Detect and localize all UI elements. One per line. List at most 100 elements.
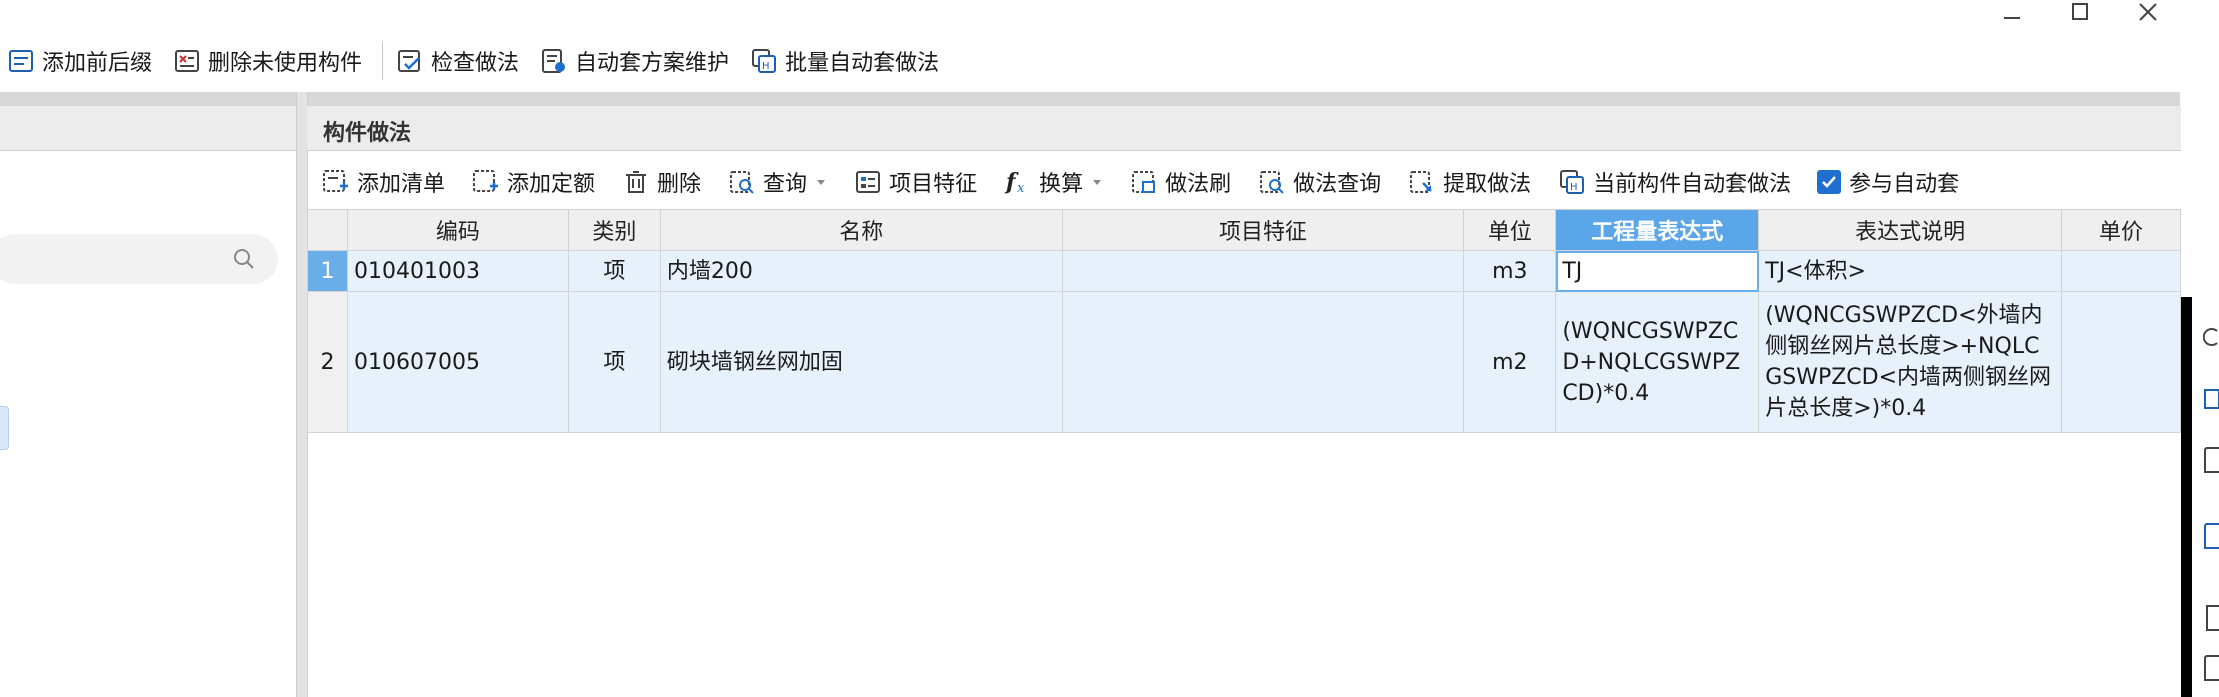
column-header-feature[interactable]: 项目特征 xyxy=(1061,209,1465,251)
add-list-icon xyxy=(321,167,351,197)
row-number-header xyxy=(307,209,348,251)
column-header-code[interactable]: 编码 xyxy=(346,209,569,251)
cell-expression[interactable]: (WQNCGSWPZCD+NQLCGSWPZCD)*0.4 xyxy=(1555,291,1760,433)
feature-label: 项目特征 xyxy=(889,172,978,197)
add-prefix-button[interactable]: 添加前后缀 xyxy=(0,41,158,81)
cell-expression[interactable]: TJ xyxy=(1555,250,1760,292)
extract-method-button[interactable]: 提取做法 xyxy=(1403,162,1535,202)
delete-unused-icon xyxy=(172,46,202,76)
chevron-down-icon[interactable] xyxy=(815,176,827,188)
auto-scheme-label: 自动套方案维护 xyxy=(575,51,730,76)
check-method-button[interactable]: 检查做法 xyxy=(389,41,525,81)
auto-scheme-icon xyxy=(539,46,569,76)
trash-icon xyxy=(621,167,651,197)
left-panel xyxy=(0,106,296,697)
chevron-down-icon[interactable] xyxy=(1091,176,1103,188)
table-row[interactable]: 1 010401003 项 内墙200 m3 TJ TJ<体积> xyxy=(307,250,2181,292)
cell-code[interactable]: 010401003 xyxy=(346,250,569,292)
panel-title-bar: 构件做法 xyxy=(307,106,2181,151)
cell-type[interactable]: 项 xyxy=(567,291,661,433)
batch-auto-icon: H xyxy=(749,46,779,76)
method-panel: 构件做法 添加清单 添加定额 删除 查询 项目特征 f x 换算 做法刷 做法查… xyxy=(307,106,2181,697)
delete-unused-button[interactable]: 删除未使用构件 xyxy=(166,41,368,81)
method-brush-button[interactable]: 做法刷 xyxy=(1125,162,1235,202)
search-input[interactable] xyxy=(0,234,278,284)
auto-participate-label: 参与自动套 xyxy=(1849,172,1960,197)
search-icon[interactable] xyxy=(232,247,256,271)
svg-text:x: x xyxy=(1017,181,1025,196)
selected-item-marker[interactable] xyxy=(0,406,9,450)
table-row[interactable]: 2 010607005 项 砌块墙钢丝网加固 m2 (WQNCGSWPZCD+N… xyxy=(307,291,2181,433)
checkbox-checked-icon[interactable] xyxy=(1817,170,1842,194)
cell-price[interactable] xyxy=(2061,250,2181,292)
current-auto-button[interactable]: H 当前构件自动套做法 xyxy=(1553,162,1795,202)
current-auto-icon: H xyxy=(1557,167,1587,197)
method-query-button[interactable]: 做法查询 xyxy=(1253,162,1385,202)
refresh-icon xyxy=(2203,325,2219,349)
panel-title: 构件做法 xyxy=(323,121,412,146)
cell-name[interactable]: 砌块墙钢丝网加固 xyxy=(659,291,1063,433)
feature-button[interactable]: 项目特征 xyxy=(849,162,981,202)
add-quota-label: 添加定额 xyxy=(507,172,596,197)
method-query-label: 做法查询 xyxy=(1293,172,1382,197)
batch-auto-button[interactable]: H 批量自动套做法 xyxy=(743,41,945,81)
fx-icon: fx xyxy=(1003,167,1033,197)
cell-unit[interactable]: m2 xyxy=(1463,291,1557,433)
cell-description[interactable]: TJ<体积> xyxy=(1758,250,2062,292)
convert-label: 换算 xyxy=(1039,172,1084,197)
auto-participate-checkbox[interactable]: 参与自动套 xyxy=(1813,162,1963,202)
maximize-icon[interactable] xyxy=(2067,0,2093,24)
column-header-expression[interactable]: 工程量表达式 xyxy=(1555,209,1760,251)
extract-icon xyxy=(1407,167,1437,197)
add-quota-button[interactable]: 添加定额 xyxy=(467,162,599,202)
auto-scheme-button[interactable]: 自动套方案维护 xyxy=(533,41,735,81)
convert-button[interactable]: fx 换算 xyxy=(999,162,1107,202)
left-panel-header xyxy=(0,106,296,151)
column-header-price[interactable]: 单价 xyxy=(2061,209,2181,251)
minimize-icon[interactable] xyxy=(1999,0,2025,24)
method-table: 编码 类别 名称 项目特征 单位 工程量表达式 表达式说明 单价 1 01040… xyxy=(307,209,2181,433)
bracket-icon xyxy=(2203,603,2219,633)
add-prefix-icon xyxy=(6,46,36,76)
box-icon xyxy=(2203,521,2219,551)
column-header-type[interactable]: 类别 xyxy=(567,209,661,251)
query-button[interactable]: 查询 xyxy=(723,162,831,202)
feature-icon xyxy=(853,167,883,197)
cell-description[interactable]: (WQNCGSWPZCD<外墙内侧钢丝网片总长度>+NQLCGSWPZCD<内墙… xyxy=(1758,291,2062,433)
row-number[interactable]: 2 xyxy=(307,291,348,433)
check-method-label: 检查做法 xyxy=(431,51,520,76)
method-toolbar: 添加清单 添加定额 删除 查询 项目特征 f x 换算 做法刷 做法查询 提取做… xyxy=(307,156,1981,208)
column-header-name[interactable]: 名称 xyxy=(659,209,1063,251)
cell-feature[interactable] xyxy=(1061,291,1465,433)
current-auto-label: 当前构件自动套做法 xyxy=(1593,172,1792,197)
cell-unit[interactable]: m3 xyxy=(1463,250,1557,292)
cell-feature[interactable] xyxy=(1061,250,1465,292)
cell-price[interactable] xyxy=(2061,291,2181,433)
method-brush-label: 做法刷 xyxy=(1165,172,1232,197)
check-method-icon xyxy=(395,46,425,76)
doc-icon xyxy=(2203,387,2219,411)
close-icon[interactable] xyxy=(2135,0,2161,24)
cell-code[interactable]: 010607005 xyxy=(346,291,569,433)
svg-text:H: H xyxy=(1570,182,1578,193)
add-quota-icon xyxy=(471,167,501,197)
column-header-description[interactable]: 表达式说明 xyxy=(1758,209,2062,251)
delete-button[interactable]: 删除 xyxy=(617,162,705,202)
window-border xyxy=(2181,297,2192,697)
add-list-label: 添加清单 xyxy=(357,172,446,197)
method-query-icon xyxy=(1257,167,1287,197)
toolbar-divider xyxy=(0,92,2180,106)
add-list-button[interactable]: 添加清单 xyxy=(317,162,449,202)
column-header-unit[interactable]: 单位 xyxy=(1463,209,1557,251)
top-toolbar: 添加前后缀 删除未使用构件 检查做法 自动套方案维护 H 批量自动套做法 xyxy=(0,30,2180,92)
cell-type[interactable]: 项 xyxy=(567,250,661,292)
toolbar-separator xyxy=(382,42,384,80)
table-header-row: 编码 类别 名称 项目特征 单位 工程量表达式 表达式说明 单价 xyxy=(307,209,2181,251)
svg-text:H: H xyxy=(762,61,770,72)
extract-method-label: 提取做法 xyxy=(1443,172,1532,197)
box-icon xyxy=(2203,445,2219,475)
add-prefix-label: 添加前后缀 xyxy=(42,51,153,76)
row-number[interactable]: 1 xyxy=(307,250,348,292)
query-label: 查询 xyxy=(763,172,808,197)
cell-name[interactable]: 内墙200 xyxy=(659,250,1063,292)
